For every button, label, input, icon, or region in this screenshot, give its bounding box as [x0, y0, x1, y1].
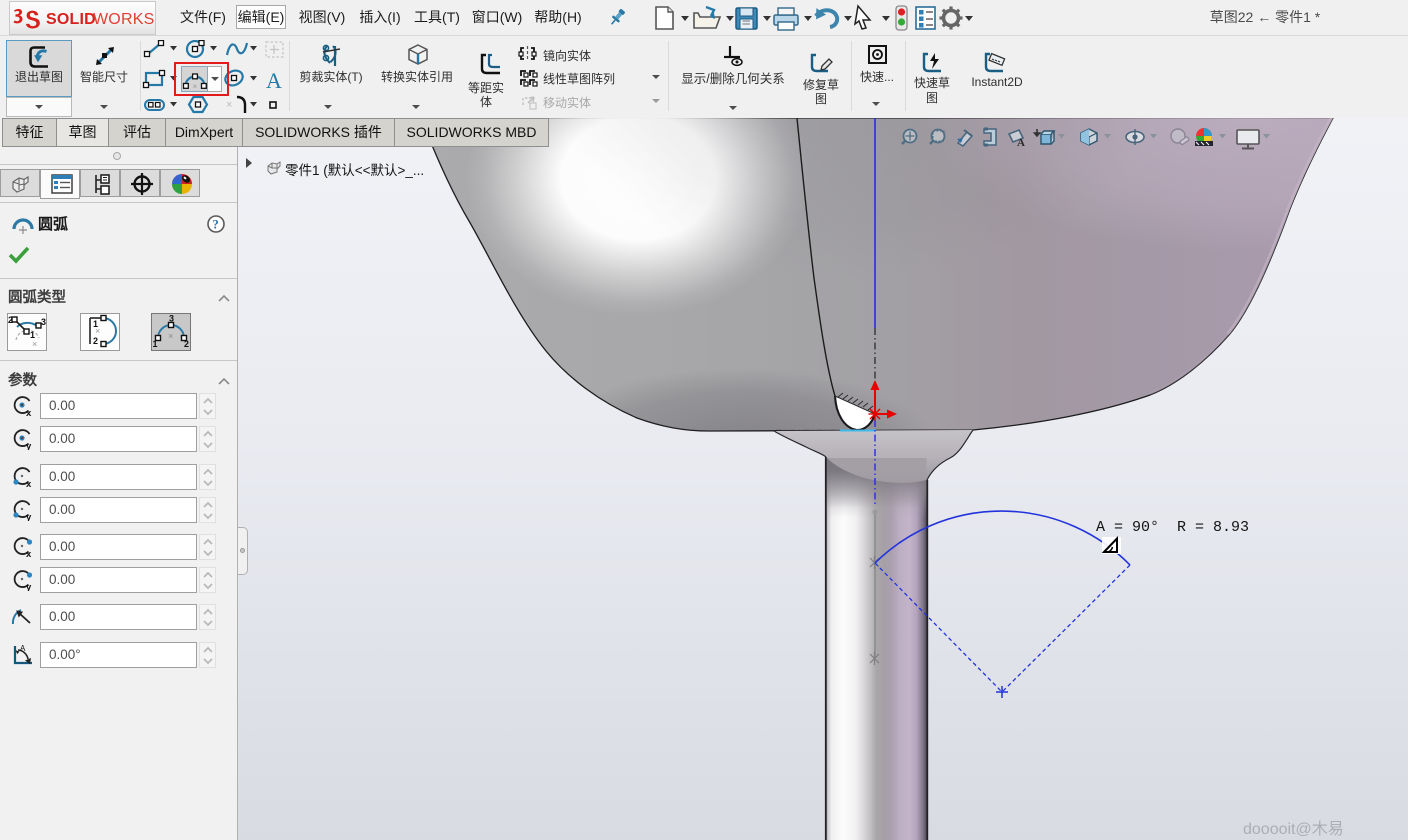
svg-text:A: A [266, 68, 282, 93]
svg-text:SOLID: SOLID [46, 11, 96, 28]
svg-text:×: × [226, 99, 232, 111]
svg-text:A = 90° R = 8.93: A = 90° R = 8.93 [1096, 519, 1249, 536]
svg-text:x: x [26, 549, 32, 558]
svg-text:dooooit@木易: dooooit@木易 [1243, 820, 1344, 838]
svg-text:y: y [26, 512, 32, 521]
svg-text:y: y [26, 441, 32, 450]
svg-text:WORKS: WORKS [93, 11, 154, 28]
svg-text:y: y [26, 582, 32, 591]
svg-text:x: x [26, 479, 32, 488]
svg-text:A: A [1017, 137, 1025, 149]
svg-text:A: A [20, 644, 26, 653]
svg-text:x: x [26, 408, 32, 417]
